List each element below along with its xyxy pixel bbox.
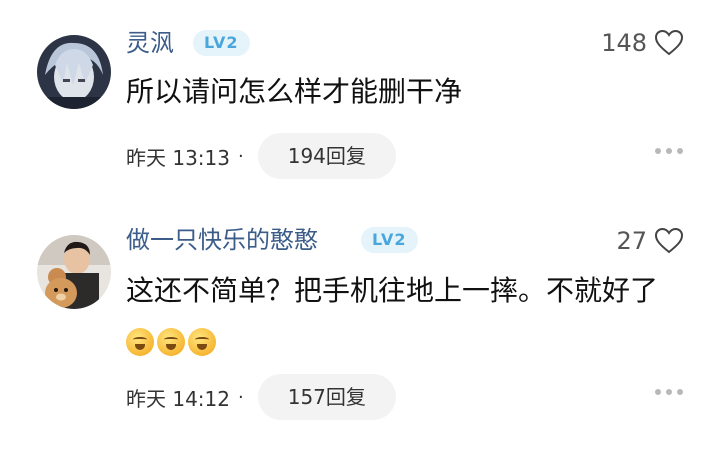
timestamp: 昨天 14:12: [126, 386, 230, 411]
level-badge: LV2: [361, 227, 418, 253]
more-options-icon[interactable]: [655, 389, 683, 395]
like-count: 148: [601, 29, 647, 57]
timestamp: 昨天 13:13: [126, 145, 230, 170]
heart-icon[interactable]: [655, 30, 683, 56]
comment-meta: 昨天 14:12 · 157回复: [126, 374, 396, 420]
person-with-teddy-bear-avatar-icon: [37, 235, 111, 309]
like-button[interactable]: 27: [616, 227, 683, 255]
separator: ·: [238, 145, 244, 167]
comment-text: 这还不简单？把手机往地上一摔。不就好了: [126, 265, 686, 369]
replies-button[interactable]: 157回复: [257, 374, 396, 420]
username[interactable]: 做一只快乐的憨憨: [126, 226, 318, 254]
comment-text: 所以请问怎么样才能删干净: [126, 75, 463, 108]
heart-icon[interactable]: [655, 228, 683, 254]
avatar[interactable]: [37, 235, 111, 309]
yawn-emoji-icon: [188, 328, 216, 356]
replies-button[interactable]: 194回复: [257, 133, 396, 179]
yawn-emoji-icon: [157, 328, 185, 356]
comment-meta: 昨天 13:13 · 194回复: [126, 133, 396, 179]
username[interactable]: 灵沨: [126, 29, 174, 57]
more-options-icon[interactable]: [655, 148, 683, 154]
yawn-emoji-icon: [126, 328, 154, 356]
separator: ·: [238, 386, 244, 408]
anime-avatar-icon: [37, 35, 111, 109]
like-count: 27: [616, 227, 647, 255]
like-button[interactable]: 148: [601, 29, 683, 57]
comment-text-content: 这还不简单？把手机往地上一摔。不就好了: [126, 274, 659, 307]
level-badge: LV2: [193, 30, 250, 56]
avatar[interactable]: [37, 35, 111, 109]
